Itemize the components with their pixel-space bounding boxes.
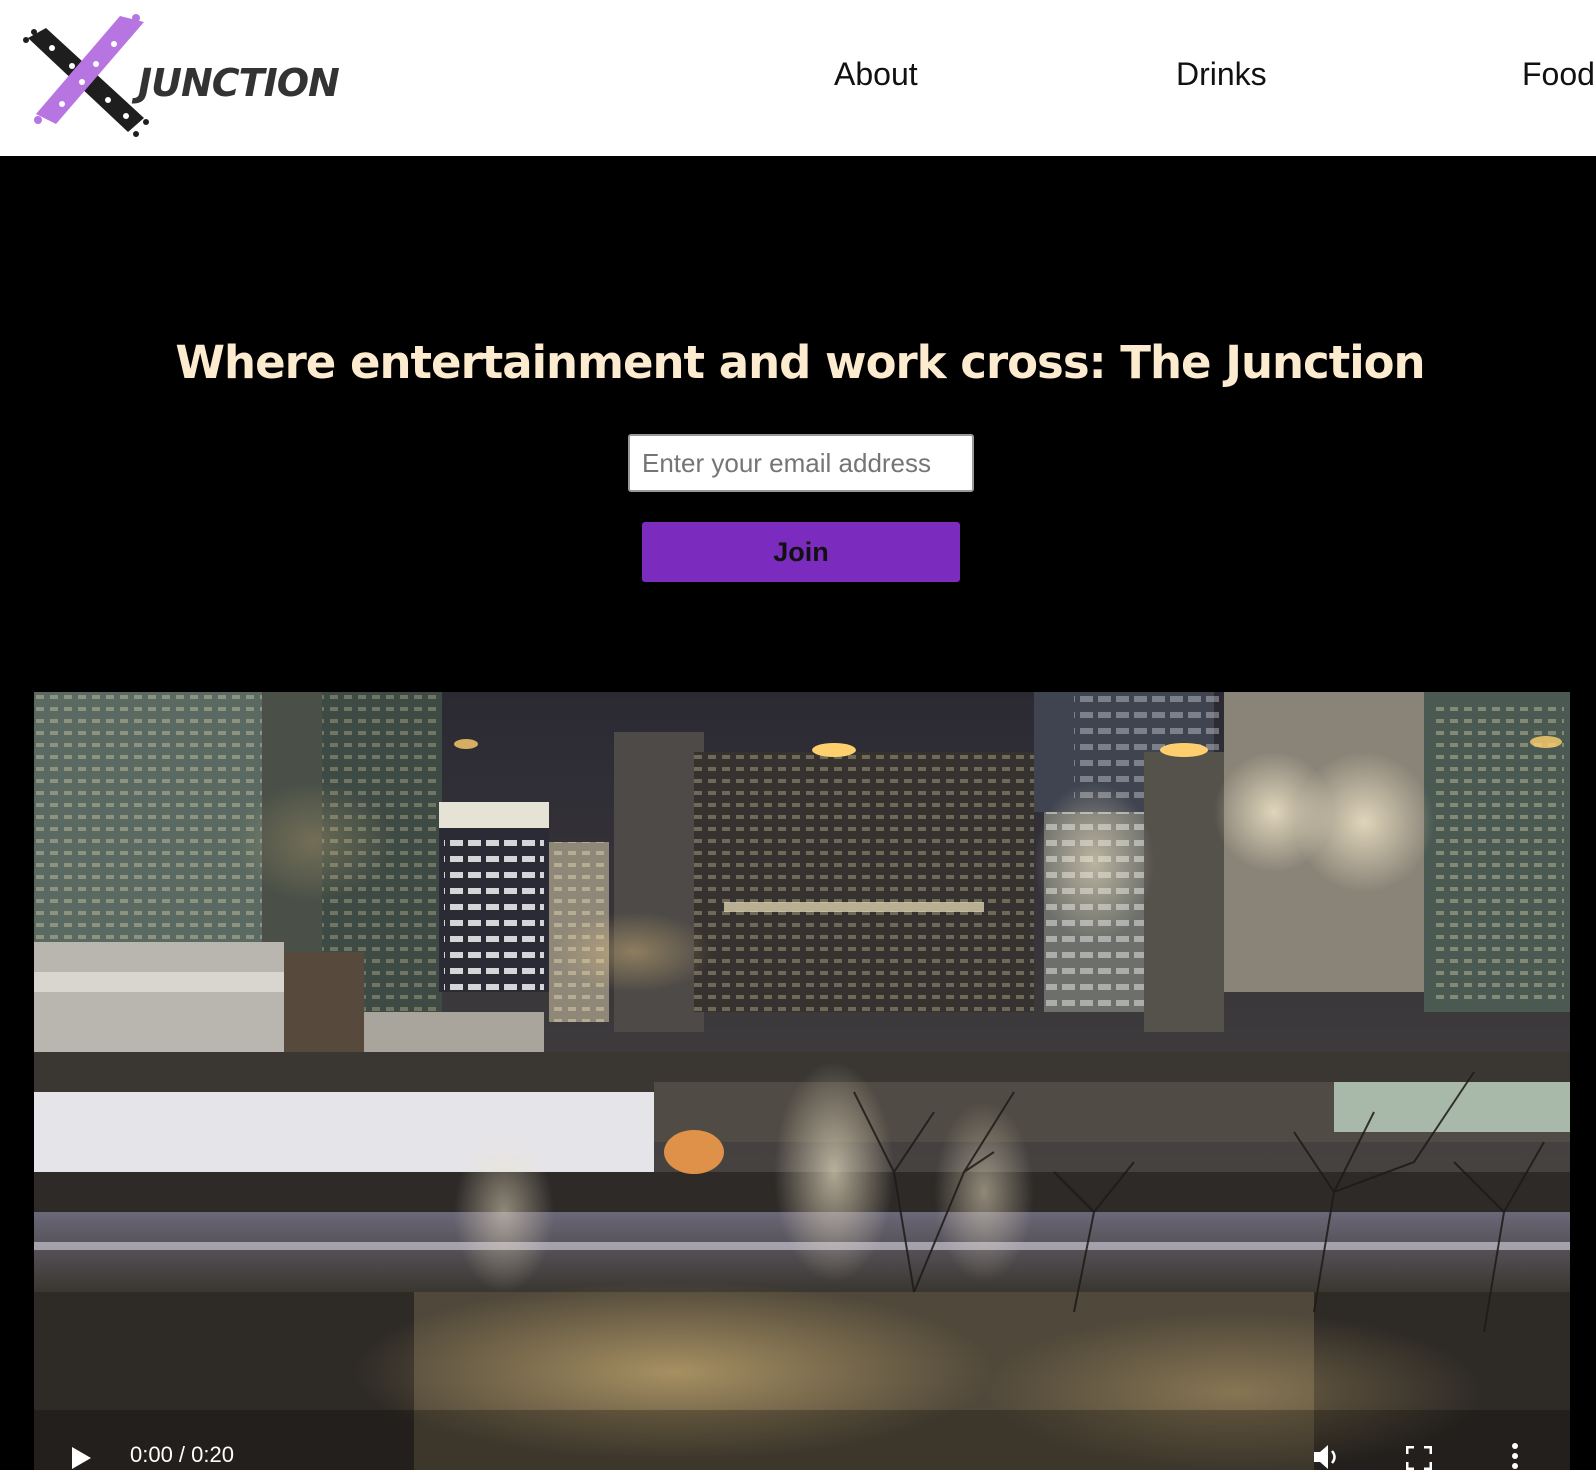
video-controls: 0:00 / 0:20 (34, 1430, 1570, 1470)
logo-wordmark: JUNCTION (138, 61, 340, 105)
more-options-icon[interactable] (1510, 1442, 1520, 1470)
video-frame-city-night (34, 692, 1570, 1470)
play-icon[interactable] (70, 1446, 92, 1470)
email-input[interactable] (628, 434, 974, 492)
nav-link-food[interactable]: Food (1522, 58, 1595, 90)
hero-section: Where entertainment and work cross: The … (0, 156, 1596, 692)
join-button[interactable]: Join (642, 522, 960, 582)
video-time: 0:00 / 0:20 (130, 1442, 234, 1467)
fullscreen-icon[interactable] (1405, 1445, 1433, 1470)
volume-icon[interactable] (1312, 1444, 1342, 1470)
video-player[interactable]: 0:00 / 0:20 (34, 692, 1570, 1470)
logo-cross-icon (23, 14, 149, 137)
nav-link-about[interactable]: About (834, 58, 918, 90)
hero-title: Where entertainment and work cross: The … (175, 336, 1425, 389)
site-header: JUNCTION About Drinks Food (0, 0, 1596, 156)
nav-link-drinks[interactable]: Drinks (1176, 58, 1267, 90)
junction-logo[interactable]: JUNCTION (16, 8, 340, 148)
